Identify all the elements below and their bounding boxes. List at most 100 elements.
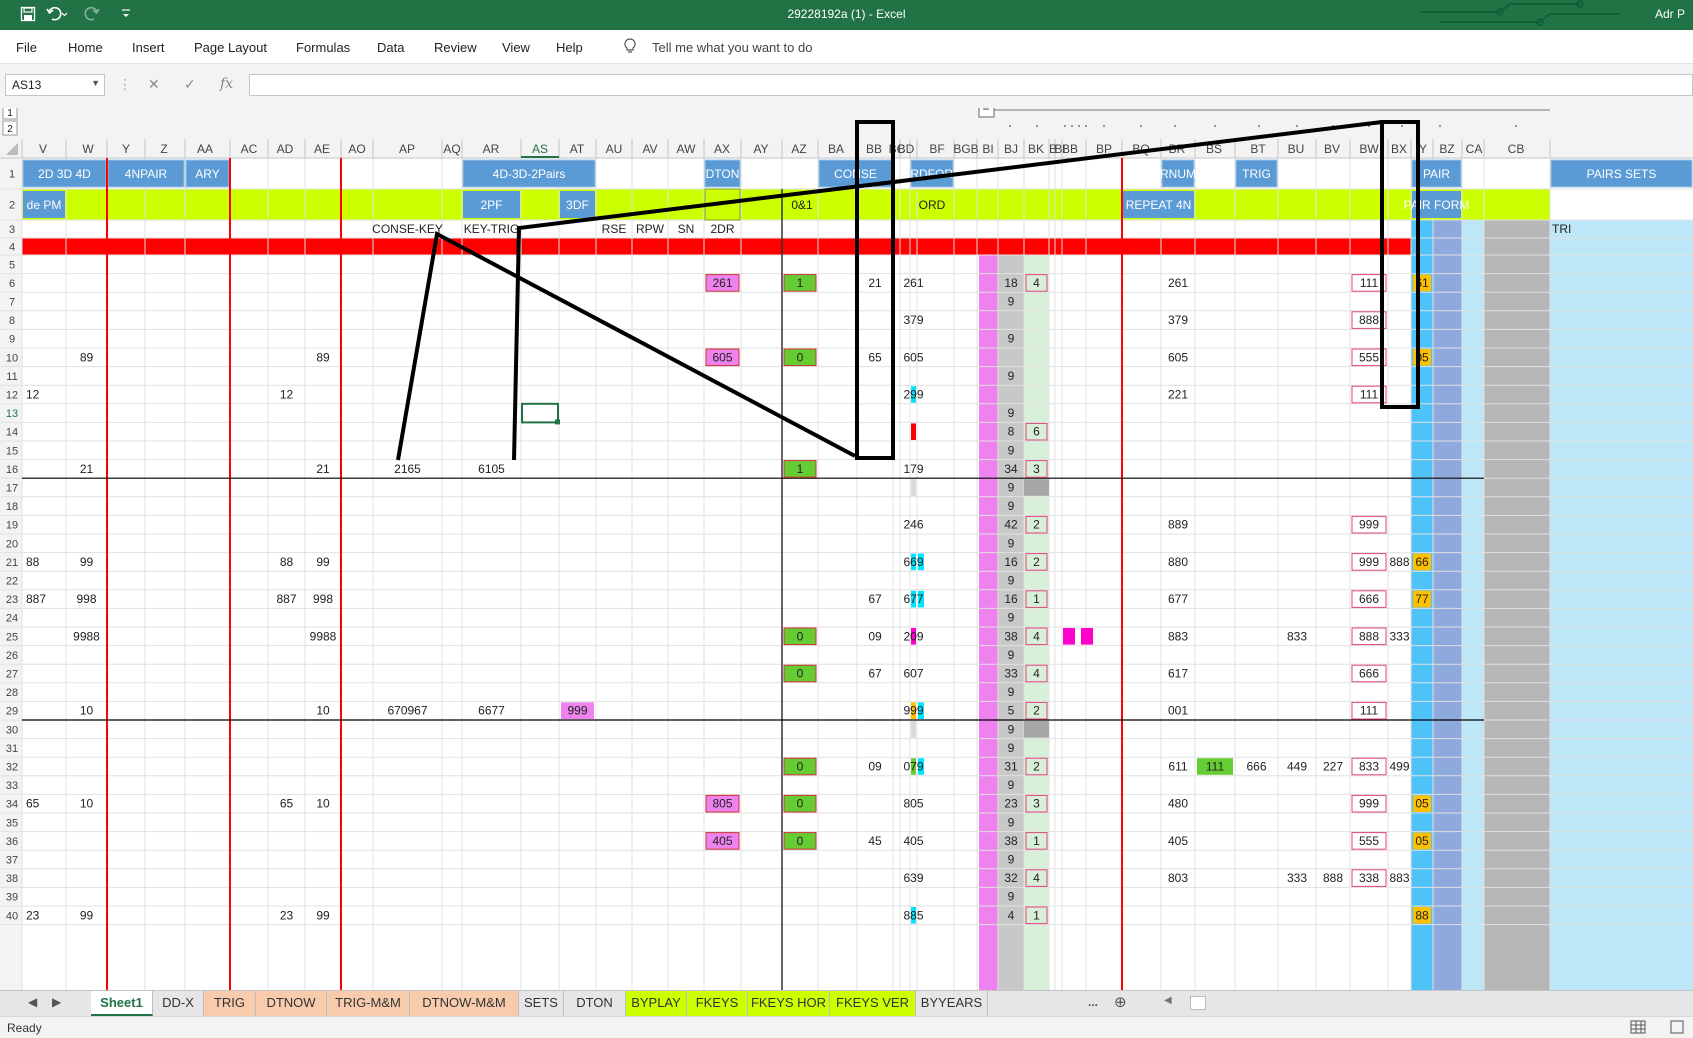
row-header-6[interactable]: 6 — [9, 278, 15, 290]
sheet-tab-sheet1[interactable]: Sheet1 — [91, 991, 153, 1016]
cell-value[interactable]: 677 — [903, 592, 923, 606]
cell-value[interactable]: 1 — [1033, 834, 1040, 848]
cell-value[interactable]: 227 — [1323, 760, 1343, 774]
cell-value[interactable]: 10 — [80, 797, 94, 811]
cell-value[interactable]: 805 — [903, 797, 923, 811]
cell-value[interactable]: 45 — [868, 834, 882, 848]
cell-value[interactable]: 05 — [1415, 834, 1429, 848]
column-header-ax[interactable]: AX — [714, 142, 730, 156]
row-header-25[interactable]: 25 — [6, 631, 18, 643]
row-header-11[interactable]: 11 — [6, 371, 17, 383]
cell-value[interactable]: 42 — [1004, 518, 1018, 532]
tab-review[interactable]: Review — [434, 40, 477, 55]
cell-value[interactable]: 405 — [1168, 834, 1188, 848]
cell-value[interactable]: 605 — [903, 350, 923, 364]
cell-value[interactable]: 16 — [1004, 555, 1018, 569]
cell-value[interactable]: 111 — [1360, 388, 1379, 402]
more-sheets-button[interactable]: ... — [1088, 995, 1098, 1009]
cell-value[interactable]: 0 — [797, 797, 804, 811]
row-header-8[interactable]: 8 — [9, 315, 15, 327]
cell-value[interactable]: 079 — [903, 760, 923, 774]
row-header-31[interactable]: 31 — [6, 743, 18, 755]
fill-handle[interactable] — [555, 419, 560, 425]
cell-value[interactable]: 999 — [567, 704, 587, 718]
cell-value[interactable]: 379 — [903, 313, 923, 327]
row-header-22[interactable]: 22 — [6, 576, 18, 588]
cell-value[interactable]: 4 — [1033, 871, 1040, 885]
cell-value[interactable]: 9 — [1008, 443, 1015, 457]
cell-value[interactable]: 666 — [1359, 667, 1379, 681]
cell-value[interactable]: 12 — [26, 388, 40, 402]
cell-value[interactable]: 21 — [80, 462, 94, 476]
sheet-tab-fkeys[interactable]: FKEYS — [687, 991, 748, 1016]
row-header-4[interactable]: 4 — [9, 242, 15, 254]
row-header-17[interactable]: 17 — [6, 483, 18, 495]
cell-value[interactable]: 880 — [1168, 555, 1188, 569]
cell-value[interactable]: 9988 — [73, 629, 100, 643]
cell-value[interactable]: 99 — [316, 555, 330, 569]
page-layout-view-icon[interactable] — [1670, 1020, 1684, 1037]
cell-value[interactable]: 666 — [1246, 760, 1266, 774]
cell-value[interactable]: 9 — [1008, 722, 1015, 736]
cell-value[interactable]: 99 — [316, 908, 330, 922]
column-header-y[interactable]: Y — [1419, 142, 1427, 156]
cell-value[interactable]: 639 — [903, 871, 923, 885]
cell-value[interactable]: 261 — [1168, 276, 1188, 290]
column-header-az[interactable]: AZ — [791, 142, 806, 156]
column-header-bu[interactable]: BU — [1288, 142, 1305, 156]
cell-value[interactable]: 6677 — [478, 704, 505, 718]
cell-value[interactable]: 99 — [80, 555, 94, 569]
cell-value[interactable]: 16 — [1004, 592, 1018, 606]
cell-value[interactable]: 883 — [1389, 871, 1409, 885]
cell-value[interactable]: 6105 — [478, 462, 505, 476]
row-header-20[interactable]: 20 — [6, 538, 18, 550]
cell-value[interactable]: 677 — [1168, 592, 1188, 606]
cell-value[interactable]: 480 — [1168, 797, 1188, 811]
cell-value[interactable]: 4 — [1033, 667, 1040, 681]
sheet-tab-fkeys-ver[interactable]: FKEYS VER — [830, 991, 916, 1016]
row-header-33[interactable]: 33 — [6, 780, 18, 792]
enter-icon[interactable]: ✓ — [184, 76, 196, 93]
cell-value[interactable]: 67 — [868, 592, 882, 606]
cell-value[interactable]: 333 — [1389, 629, 1409, 643]
column-header-av[interactable]: AV — [642, 142, 657, 156]
grid-canvas[interactable]: 12−2D 3D 4D 4NPAIR ARY 4D-3D-2Pairs DTON CONS… — [0, 108, 1693, 990]
row-header-12[interactable]: 12 — [6, 390, 18, 402]
chevron-down-icon[interactable]: ▼ — [91, 78, 100, 88]
cell-value[interactable]: 9 — [1008, 369, 1015, 383]
row-header-16[interactable]: 16 — [6, 464, 18, 476]
cell-value[interactable]: 32 — [1004, 871, 1018, 885]
cell-value[interactable]: 9 — [1008, 778, 1015, 792]
cell-value[interactable]: 998 — [313, 592, 333, 606]
column-header-aa[interactable]: AA — [197, 142, 213, 156]
row-header-28[interactable]: 28 — [6, 687, 18, 699]
cell-value[interactable]: 2 — [1033, 704, 1040, 718]
scroll-right-icon[interactable]: ▶ — [52, 995, 61, 1009]
row-header-9[interactable]: 9 — [9, 334, 15, 346]
row-header-40[interactable]: 40 — [6, 910, 18, 922]
cell-value[interactable]: 261 — [712, 276, 732, 290]
row-header-1[interactable]: 1 — [9, 169, 15, 181]
column-header-ay[interactable]: AY — [753, 142, 768, 156]
row-header-36[interactable]: 36 — [6, 836, 18, 848]
cell-value[interactable]: 888 — [1359, 313, 1379, 327]
row-header-30[interactable]: 30 — [6, 724, 18, 736]
row-header-7[interactable]: 7 — [9, 297, 15, 309]
cell-value[interactable]: 1 — [1033, 592, 1040, 606]
sheet-tab-trig-m-m[interactable]: TRIG-M&M — [327, 991, 410, 1016]
horizontal-scrollbar-thumb[interactable] — [1190, 996, 1206, 1010]
cell-value[interactable]: 10 — [80, 704, 94, 718]
column-header-ca[interactable]: CA — [1466, 142, 1483, 156]
cell-value[interactable]: 179 — [903, 462, 923, 476]
tab-formulas[interactable]: Formulas — [296, 40, 350, 55]
cell-value[interactable]: 99 — [80, 908, 94, 922]
column-header-at[interactable]: AT — [570, 142, 585, 156]
column-header-bj[interactable]: BJ — [1004, 142, 1018, 156]
cell-value[interactable]: 617 — [1168, 667, 1188, 681]
cell-value[interactable]: 2 — [1033, 760, 1040, 774]
sheet-tab-sets[interactable]: SETS — [519, 991, 564, 1016]
cell-value[interactable]: 9 — [1008, 815, 1015, 829]
row-header-34[interactable]: 34 — [6, 799, 18, 811]
cell-value[interactable]: 669 — [903, 555, 923, 569]
cell-value[interactable]: 33 — [1004, 667, 1018, 681]
